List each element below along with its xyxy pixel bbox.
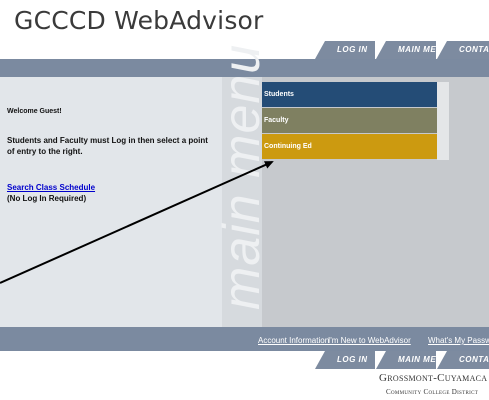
no-login-note: (No Log In Required) [7,194,87,203]
bottom-contact-tab[interactable]: Contact U [437,351,489,369]
district-logo-subtitle: Community College District [386,388,479,396]
account-information-link[interactable]: Account Information [258,336,329,345]
password-link[interactable]: What's My Password? [428,336,489,345]
contact-tab[interactable]: Contact U [437,41,489,59]
bottom-login-tab[interactable]: Log In [315,351,375,369]
login-instructions: Students and Faculty must Log in then se… [7,136,208,156]
bottom-nav: Log In Main Menu Contact U [0,351,489,369]
search-class-schedule-link[interactable]: Search Class Schedule [7,183,95,192]
welcome-text: Welcome Guest! [7,108,62,115]
footer-band [0,327,489,351]
login-tab[interactable]: Log In [315,41,375,59]
menu-right-strip [437,82,449,160]
new-to-webadvisor-link[interactable]: I'm New to WebAdvisor [328,336,411,345]
menu-item-students[interactable]: Students [262,82,437,107]
menu-item-faculty[interactable]: Faculty [262,108,437,133]
page-title: GCCCD WebAdvisor [14,6,264,35]
bottom-main-menu-tab[interactable]: Main Menu [376,351,436,369]
district-logo-name: Grossmont-Cuyamaca [379,372,488,384]
main-menu-tab[interactable]: Main Menu [376,41,436,59]
menu-item-continuing-ed[interactable]: Continuing Ed [262,134,437,159]
